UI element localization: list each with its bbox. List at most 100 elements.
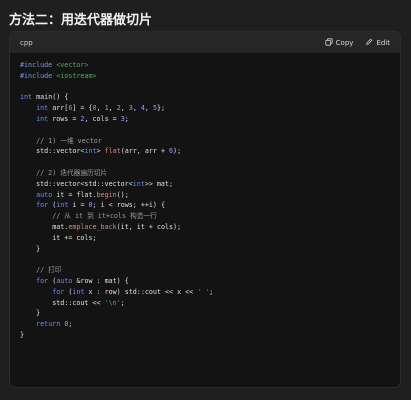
code-token: it += cols; (20, 233, 97, 242)
code-token: it = flat. (52, 190, 97, 199)
section-heading: 方法二：用迭代器做切片 (9, 13, 153, 28)
code-line: for (int i = 0; i < rows; ++i) { (20, 200, 400, 211)
code-token: } (20, 330, 25, 339)
code-line: std::vector<int> flat(arr, arr + 6); (20, 146, 400, 157)
code-token: <iostream> (52, 71, 97, 80)
code-line: int arr[6] = {0, 1, 2, 3, 4, 5}; (20, 103, 400, 114)
code-token: int (84, 147, 97, 156)
edit-label: Edit (376, 38, 390, 47)
code-line: } (20, 244, 400, 255)
code-token: return (36, 320, 61, 329)
code-token: , (120, 104, 129, 113)
code-language-label: cpp (20, 38, 33, 47)
code-token: (arr, arr + (120, 147, 170, 156)
code-content: #include <vector> #include <iostream> int… (10, 53, 400, 341)
code-token: int (36, 104, 49, 113)
code-token: for (36, 201, 49, 210)
code-token: int (72, 287, 85, 296)
code-line: return 0; (20, 319, 400, 330)
code-token: } (20, 244, 41, 253)
code-token: int (20, 93, 33, 102)
code-token: for (52, 287, 65, 296)
code-token: x : row) std::cout << x << (84, 287, 198, 296)
code-token: '\n' (104, 298, 121, 307)
code-token: , (144, 104, 153, 113)
code-token: mat. (20, 222, 69, 231)
code-line: } (20, 330, 400, 341)
code-token: ; (209, 287, 214, 296)
copy-label: Copy (335, 38, 354, 47)
copy-button[interactable]: Copy (325, 37, 354, 48)
code-token: ] = { (72, 104, 93, 113)
code-line: for (int x : row) std::cout << x << ' '; (20, 287, 400, 298)
code-token: std::vector<std::vector< (20, 179, 133, 188)
code-token: >> mat; (144, 179, 174, 188)
code-token: int (132, 179, 145, 188)
code-token: , (108, 104, 117, 113)
code-token: rows = (48, 114, 81, 123)
copy-icon (325, 37, 333, 48)
code-line: #include <iostream> (20, 71, 400, 82)
code-token: , (96, 104, 105, 113)
code-token: // 1) 一维 vector (20, 136, 102, 145)
code-block: cpp Copy Edit #include <vector> #include… (9, 31, 401, 388)
code-line: std::vector<std::vector<int>> mat; (20, 179, 400, 190)
code-line: mat.emplace_back(it, it + cols); (20, 222, 400, 233)
code-token: // 打印 (20, 266, 62, 275)
code-token: // 2) 迭代器遍历切片 (20, 168, 108, 177)
code-line: int main() { (20, 92, 400, 103)
code-line: // 从 it 到 it+cols 构造一行 (20, 211, 400, 222)
code-line: auto it = flat.begin(); (20, 190, 400, 201)
code-token: #include (20, 71, 53, 80)
code-line: #include <vector> (20, 60, 400, 71)
code-line: std::cout << '\n'; (20, 298, 400, 309)
code-line: } (20, 308, 400, 319)
code-token: int (36, 114, 49, 123)
code-token: &row : mat) { (72, 276, 129, 285)
code-token: ; (124, 114, 129, 123)
code-token: (); (116, 190, 129, 199)
code-actions: Copy Edit (325, 37, 390, 48)
code-token: main() { (32, 93, 69, 102)
code-token: ; i < rows; ++i) { (92, 201, 166, 210)
code-token: ; (68, 320, 73, 329)
code-token: (it, it + cols); (116, 222, 182, 231)
code-token: begin (96, 190, 117, 199)
code-token: arr[ (48, 104, 69, 113)
code-token: std::cout << (20, 298, 105, 307)
code-token: emplace_back (68, 222, 117, 231)
code-token: } (20, 309, 41, 318)
code-token: , (132, 104, 141, 113)
code-token: // 从 it 到 it+cols 构造一行 (20, 212, 157, 221)
code-token: int (56, 201, 69, 210)
code-token: flat (104, 147, 121, 156)
code-token: #include (20, 61, 53, 69)
code-line: it += cols; (20, 233, 400, 244)
code-token: <vector> (52, 61, 89, 69)
edit-button[interactable]: Edit (365, 38, 390, 48)
code-line: // 打印 (20, 265, 400, 276)
edit-icon (365, 38, 373, 48)
code-line: // 1) 一维 vector (20, 136, 400, 147)
code-line: int rows = 2, cols = 3; (20, 114, 400, 125)
code-line: // 2) 迭代器遍历切片 (20, 168, 400, 179)
code-token: i = (68, 201, 89, 210)
code-token: auto (36, 190, 53, 199)
code-token: ); (173, 147, 182, 156)
code-block-header: cpp Copy Edit (10, 32, 400, 53)
code-token: > (96, 147, 105, 156)
code-token: ' ' (197, 287, 210, 296)
code-token: std::vector< (20, 147, 85, 156)
code-token: ; (120, 298, 125, 307)
